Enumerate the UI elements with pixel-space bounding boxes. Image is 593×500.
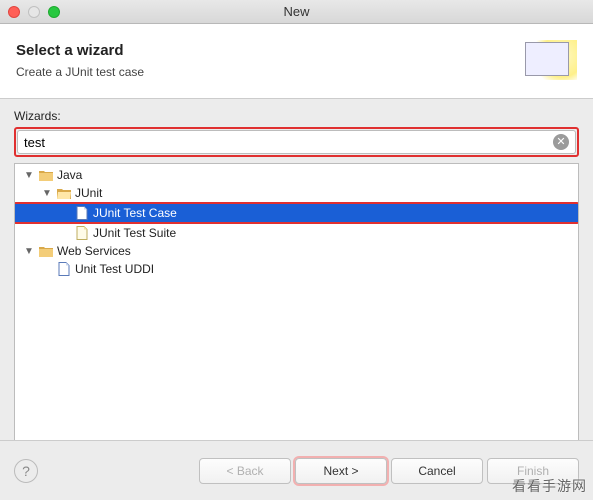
disclosure-triangle-icon[interactable]: ▼ — [23, 246, 35, 257]
tree-item-java[interactable]: ▼ Java — [15, 166, 578, 184]
wizard-heading: Select a wizard — [16, 42, 144, 59]
titlebar: New — [0, 0, 593, 24]
tree-label: Unit Test UDDI — [75, 262, 154, 276]
search-input[interactable] — [24, 135, 553, 150]
cancel-button[interactable]: Cancel — [391, 458, 483, 484]
file-icon — [74, 225, 90, 241]
search-field: ✕ — [17, 130, 576, 154]
clear-search-icon[interactable]: ✕ — [553, 134, 569, 150]
wizard-subheading: Create a JUnit test case — [16, 65, 144, 79]
tree-item-junit-test-case[interactable]: JUnit Test Case — [15, 204, 578, 222]
wizard-header: Select a wizard Create a JUnit test case — [0, 24, 593, 99]
dialog-footer: ? < Back Next > Cancel Finish — [0, 440, 593, 500]
disclosure-triangle-icon[interactable]: ▼ — [41, 188, 53, 199]
wizard-banner-icon — [521, 36, 577, 84]
search-highlight: ✕ — [14, 127, 579, 157]
file-icon — [56, 261, 72, 277]
help-icon: ? — [22, 463, 30, 479]
tree-label: Java — [57, 168, 82, 182]
tree-item-junit-test-suite[interactable]: JUnit Test Suite — [15, 224, 578, 242]
watermark-text: 看看手游网 — [512, 476, 587, 496]
folder-icon — [38, 243, 54, 259]
tree-item-web-services[interactable]: ▼ Web Services — [15, 242, 578, 260]
tree-label: JUnit — [75, 186, 102, 200]
window-title: New — [0, 4, 593, 19]
tree-label: JUnit Test Suite — [93, 226, 176, 240]
back-button: < Back — [199, 458, 291, 484]
help-button[interactable]: ? — [14, 459, 38, 483]
tree-item-unit-test-uddi[interactable]: Unit Test UDDI — [15, 260, 578, 278]
folder-open-icon — [56, 185, 72, 201]
tree-label: Web Services — [57, 244, 131, 258]
next-button[interactable]: Next > — [295, 458, 387, 484]
selection-highlight: JUnit Test Case — [14, 202, 579, 224]
tree-item-junit[interactable]: ▼ JUnit — [15, 184, 578, 202]
wizards-label: Wizards: — [14, 109, 579, 123]
tree-label: JUnit Test Case — [93, 206, 177, 220]
folder-icon — [38, 167, 54, 183]
file-icon — [74, 205, 90, 221]
wizard-tree[interactable]: ▼ Java ▼ JUnit JUnit Test Case JUnit Tes… — [14, 163, 579, 441]
disclosure-triangle-icon[interactable]: ▼ — [23, 170, 35, 181]
